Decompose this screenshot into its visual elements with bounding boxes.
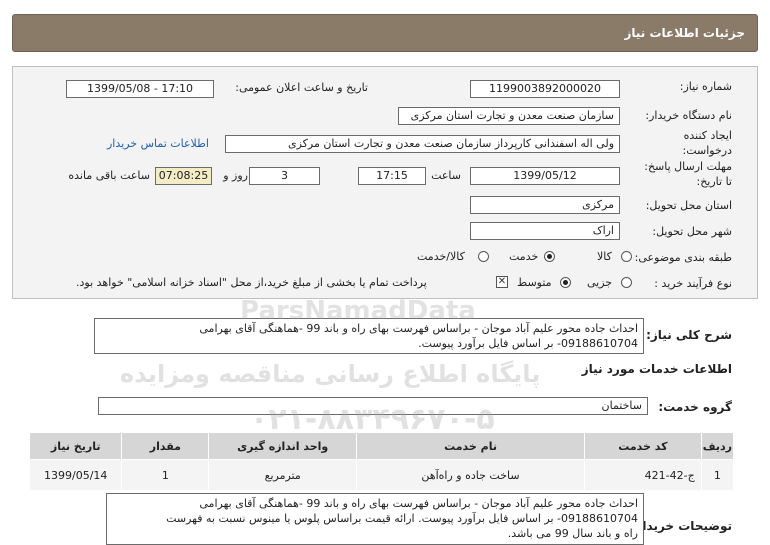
treasury-payment-label: پرداخت تمام یا بخشی از مبلغ خرید،از محل … xyxy=(76,276,427,289)
column-header-code: کد خدمت xyxy=(583,432,702,460)
category-radio-goods[interactable] xyxy=(621,251,632,262)
deadline-date-field: 1399/05/12 xyxy=(470,167,620,185)
category-option-goods: کالا xyxy=(597,250,612,263)
buyer-field: سازمان صنعت معدن و تجارت استان مرکزی xyxy=(398,107,620,125)
deadline-time-field: 17:15 xyxy=(358,167,426,185)
page-header: جزئیات اطلاعات نیاز xyxy=(12,14,758,52)
page-title: جزئیات اطلاعات نیاز xyxy=(624,26,745,40)
deadline-time-label: ساعت xyxy=(431,169,461,182)
need-number-label: شماره نیاز: xyxy=(679,80,732,93)
services-heading: اطلاعات خدمات مورد نیاز xyxy=(581,362,732,376)
deadline-label-1: مهلت ارسال پاسخ: xyxy=(644,160,732,173)
category-option-goods-service: کالا/خدمت xyxy=(417,250,465,263)
creator-label-1: ایجاد کننده xyxy=(683,129,732,142)
buyer-notes-label: توضیحات خریدار: xyxy=(630,519,732,533)
buyer-notes-box: احداث جاده محور علیم آباد موجان - براساس… xyxy=(106,493,644,545)
category-radio-goods-service[interactable] xyxy=(478,251,489,262)
services-table: تاریخ نیاز مقدار واحد اندازه گیری نام خد… xyxy=(28,432,735,491)
need-number-field: 1199003892000020 xyxy=(470,80,620,98)
buyer-notes-line-1: احداث جاده محور علیم آباد موجان - براساس… xyxy=(199,497,638,510)
table-row: 1399/05/14 1 مترمربع ساخت جاده و راه‌آهن… xyxy=(28,459,735,491)
announce-label: تاریخ و ساعت اعلان عمومی: xyxy=(235,81,368,94)
remaining-time-field: 07:08:25 xyxy=(155,167,212,185)
creator-label-2: درخواست: xyxy=(682,144,732,157)
cell-qty: 1 xyxy=(121,459,210,491)
category-option-service: خدمت xyxy=(509,250,539,263)
column-header-qty: مقدار xyxy=(121,432,210,460)
column-header-date: تاریخ نیاز xyxy=(28,432,123,460)
city-label: شهر محل تحویل: xyxy=(652,225,732,238)
province-label: استان محل تحویل: xyxy=(645,199,732,212)
cell-index: 1 xyxy=(700,459,735,491)
announce-field: 1399/05/08 - 17:10 xyxy=(66,80,214,98)
process-option-medium: متوسط xyxy=(517,276,552,289)
city-field: اراک xyxy=(470,222,620,240)
buyer-notes-line-2: 09188610704- بر اساس فایل برآورد پیوست. … xyxy=(166,512,638,525)
creator-field: ولی اله اسفندانی کارپرداز سازمان صنعت مع… xyxy=(225,135,620,153)
service-group-label: گروه خدمت: xyxy=(658,400,732,414)
buyer-label: نام دستگاه خریدار: xyxy=(645,109,732,122)
treasury-payment-checkbox[interactable]: ✕ xyxy=(496,276,508,288)
days-remaining-field: 3 xyxy=(249,167,320,185)
watermark-brand: ParsNamadData xyxy=(240,296,476,326)
buyer-notes-line-3: راه و باند سال 99 می باشد. xyxy=(507,527,638,540)
category-radio-service[interactable] xyxy=(544,251,555,262)
process-option-minor: جزیی xyxy=(587,276,613,289)
days-label: روز و xyxy=(223,169,248,182)
cell-code: ج-42-421 xyxy=(583,459,702,491)
remaining-label: ساعت باقی مانده xyxy=(68,169,150,182)
watermark-line-2: ۰۲۱-۸۸۳۴۹۶۷۰-۵ xyxy=(250,402,495,437)
cell-date: 1399/05/14 xyxy=(28,459,123,491)
deadline-label-2: تا تاریخ: xyxy=(696,175,732,188)
summary-line-2: 09188610704- بر اساس فایل برآورد پیوست. xyxy=(418,337,638,350)
column-header-index: ردیف xyxy=(700,432,735,460)
summary-label: شرح کلی نیاز: xyxy=(646,328,732,342)
process-radio-medium[interactable] xyxy=(560,277,571,288)
category-label: طبقه بندی موضوعی: xyxy=(634,251,732,264)
process-label: نوع فرآیند خرید : xyxy=(654,277,732,290)
cell-name: ساخت جاده و راه‌آهن xyxy=(356,459,585,491)
process-radio-minor[interactable] xyxy=(621,277,632,288)
watermark-line-1: پایگاه اطلاع رسانی مناقصه ومزایده xyxy=(120,360,541,388)
cell-unit: مترمربع xyxy=(208,459,358,491)
buyer-contact-link[interactable]: اطلاعات تماس خریدار xyxy=(107,137,209,150)
province-field: مرکزی xyxy=(470,196,620,214)
